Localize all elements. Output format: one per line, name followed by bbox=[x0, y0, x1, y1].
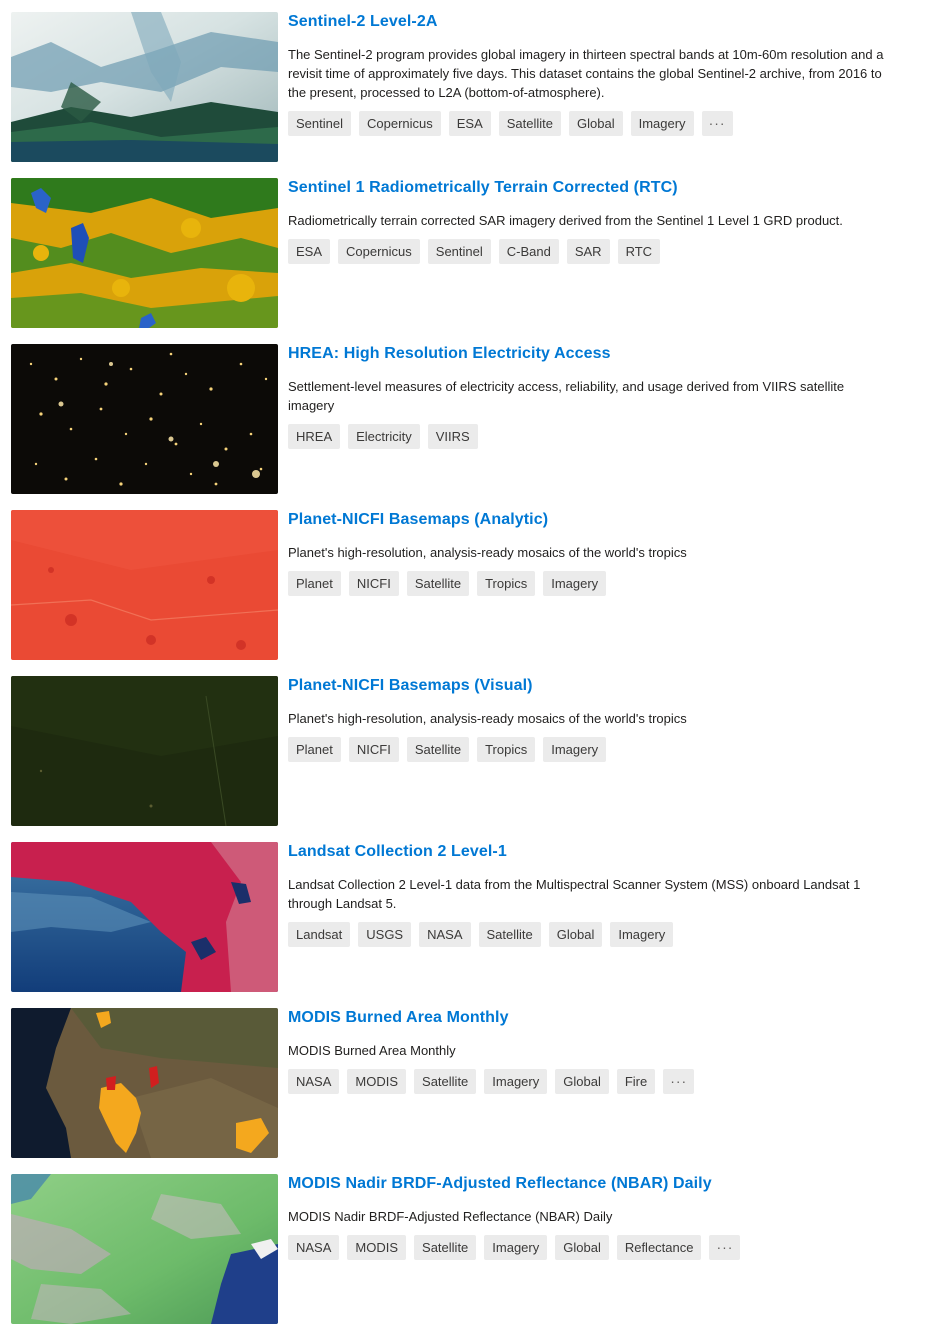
tag[interactable]: NICFI bbox=[348, 737, 399, 762]
dataset-title-link[interactable]: HREA: High Resolution Electricity Access bbox=[288, 345, 611, 363]
tag[interactable]: Fire bbox=[616, 1069, 656, 1094]
dataset-title-link[interactable]: MODIS Burned Area Monthly bbox=[288, 1009, 509, 1027]
tag[interactable]: Planet bbox=[288, 571, 341, 596]
dataset-thumbnail[interactable] bbox=[11, 12, 278, 162]
thumbnail-image bbox=[11, 676, 278, 826]
thumbnail-image bbox=[11, 178, 278, 328]
dataset-card: Landsat Collection 2 Level-1 Landsat Col… bbox=[0, 830, 933, 996]
dataset-title-link[interactable]: MODIS Nadir BRDF-Adjusted Reflectance (N… bbox=[288, 1175, 712, 1193]
tag[interactable]: Reflectance bbox=[616, 1235, 702, 1260]
tag[interactable]: C-Band bbox=[498, 239, 559, 264]
dataset-card: Planet-NICFI Basemaps (Analytic) Planet'… bbox=[0, 498, 933, 664]
dataset-thumbnail[interactable] bbox=[11, 676, 278, 826]
tag[interactable]: NASA bbox=[419, 922, 471, 947]
tag[interactable]: Tropics bbox=[477, 737, 536, 762]
dataset-thumbnail[interactable] bbox=[11, 510, 278, 660]
thumbnail-image bbox=[11, 510, 278, 660]
tag[interactable]: Sentinel bbox=[427, 239, 491, 264]
tag[interactable]: Satellite bbox=[414, 1069, 477, 1094]
thumbnail-image bbox=[11, 344, 278, 494]
tag-list: NASA MODIS Satellite Imagery Global Refl… bbox=[288, 1235, 741, 1260]
tag[interactable]: MODIS bbox=[347, 1069, 407, 1094]
dataset-thumbnail[interactable] bbox=[11, 344, 278, 494]
tag[interactable]: Copernicus bbox=[358, 111, 441, 136]
more-tags-button[interactable]: ··· bbox=[701, 111, 733, 136]
more-tags-button[interactable]: ··· bbox=[663, 1069, 695, 1094]
tag[interactable]: Global bbox=[548, 922, 603, 947]
tag[interactable]: NASA bbox=[288, 1069, 340, 1094]
tag[interactable]: Global bbox=[555, 1069, 609, 1094]
dataset-description: The Sentinel-2 program provides global i… bbox=[288, 47, 884, 100]
tag[interactable]: USGS bbox=[358, 922, 412, 947]
tag-list: Landsat USGS NASA Satellite Global Image… bbox=[288, 922, 674, 947]
dataset-description: Planet's high-resolution, analysis-ready… bbox=[288, 711, 687, 726]
dataset-card: MODIS Nadir BRDF-Adjusted Reflectance (N… bbox=[0, 1162, 933, 1328]
dataset-description: MODIS Nadir BRDF-Adjusted Reflectance (N… bbox=[288, 1209, 613, 1224]
tag[interactable]: VIIRS bbox=[427, 424, 478, 449]
tag[interactable]: NICFI bbox=[348, 571, 399, 596]
tag-list: NASA MODIS Satellite Imagery Global Fire… bbox=[288, 1069, 695, 1094]
dataset-title-link[interactable]: Landsat Collection 2 Level-1 bbox=[288, 843, 507, 861]
tag[interactable]: Global bbox=[555, 1235, 609, 1260]
more-tags-button[interactable]: ··· bbox=[709, 1235, 741, 1260]
dataset-thumbnail[interactable] bbox=[11, 842, 278, 992]
tag[interactable]: Satellite bbox=[414, 1235, 477, 1260]
dataset-thumbnail[interactable] bbox=[11, 1008, 278, 1158]
tag[interactable]: Imagery bbox=[543, 737, 607, 762]
dataset-description: Settlement-level measures of electricity… bbox=[288, 379, 845, 413]
tag[interactable]: ESA bbox=[448, 111, 491, 136]
dataset-title-link[interactable]: Sentinel-2 Level-2A bbox=[288, 13, 438, 31]
tag[interactable]: Planet bbox=[288, 737, 341, 762]
tag[interactable]: Imagery bbox=[610, 922, 674, 947]
dataset-title-link[interactable]: Planet-NICFI Basemaps (Analytic) bbox=[288, 511, 548, 529]
dataset-description: MODIS Burned Area Monthly bbox=[288, 1043, 456, 1058]
tag[interactable]: MODIS bbox=[347, 1235, 407, 1260]
tag[interactable]: ESA bbox=[288, 239, 331, 264]
dataset-card: Sentinel-2 Level-2A The Sentinel-2 progr… bbox=[0, 0, 933, 166]
tag[interactable]: RTC bbox=[617, 239, 661, 264]
tag[interactable]: Imagery bbox=[484, 1235, 548, 1260]
tag[interactable]: Imagery bbox=[543, 571, 607, 596]
dataset-title-link[interactable]: Planet-NICFI Basemaps (Visual) bbox=[288, 677, 533, 695]
dataset-card: MODIS Burned Area Monthly MODIS Burned A… bbox=[0, 996, 933, 1162]
tag[interactable]: Satellite bbox=[406, 737, 470, 762]
tag[interactable]: Sentinel bbox=[288, 111, 351, 136]
tag[interactable]: Satellite bbox=[406, 571, 470, 596]
tag[interactable]: Global bbox=[569, 111, 623, 136]
dataset-description: Planet's high-resolution, analysis-ready… bbox=[288, 545, 687, 560]
tag-list: HREA Electricity VIIRS bbox=[288, 424, 478, 449]
tag[interactable]: Electricity bbox=[348, 424, 420, 449]
tag[interactable]: Tropics bbox=[477, 571, 536, 596]
thumbnail-image bbox=[11, 1008, 278, 1158]
tag-list: ESA Copernicus Sentinel C-Band SAR RTC bbox=[288, 239, 661, 264]
tag[interactable]: NASA bbox=[288, 1235, 340, 1260]
tag[interactable]: Imagery bbox=[484, 1069, 548, 1094]
tag[interactable]: Imagery bbox=[630, 111, 694, 136]
dataset-description: Landsat Collection 2 Level-1 data from t… bbox=[288, 877, 861, 911]
dataset-card: Planet-NICFI Basemaps (Visual) Planet's … bbox=[0, 664, 933, 830]
dataset-title-link[interactable]: Sentinel 1 Radiometrically Terrain Corre… bbox=[288, 179, 678, 197]
tag[interactable]: Copernicus bbox=[338, 239, 420, 264]
tag[interactable]: Satellite bbox=[498, 111, 562, 136]
thumbnail-image bbox=[11, 12, 278, 162]
tag-list: Planet NICFI Satellite Tropics Imagery bbox=[288, 571, 607, 596]
dataset-description: Radiometrically terrain corrected SAR im… bbox=[288, 213, 843, 228]
dataset-card: Sentinel 1 Radiometrically Terrain Corre… bbox=[0, 166, 933, 332]
tag[interactable]: HREA bbox=[288, 424, 341, 449]
dataset-thumbnail[interactable] bbox=[11, 1174, 278, 1324]
dataset-card: HREA: High Resolution Electricity Access… bbox=[0, 332, 933, 498]
tag[interactable]: SAR bbox=[566, 239, 610, 264]
thumbnail-image bbox=[11, 842, 278, 992]
thumbnail-image bbox=[11, 1174, 278, 1324]
tag[interactable]: Landsat bbox=[288, 922, 351, 947]
dataset-thumbnail[interactable] bbox=[11, 178, 278, 328]
tag-list: Planet NICFI Satellite Tropics Imagery bbox=[288, 737, 607, 762]
tag[interactable]: Satellite bbox=[478, 922, 541, 947]
tag-list: Sentinel Copernicus ESA Satellite Global… bbox=[288, 111, 733, 136]
